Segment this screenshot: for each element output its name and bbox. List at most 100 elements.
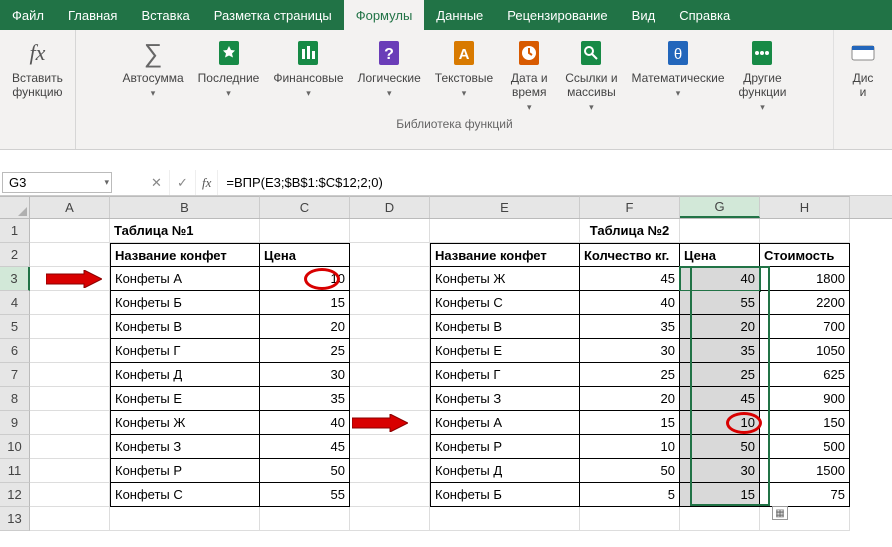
row-header[interactable]: 13 bbox=[0, 507, 30, 531]
cell[interactable]: 5 bbox=[580, 483, 680, 507]
cell[interactable]: 25 bbox=[260, 339, 350, 363]
cell[interactable] bbox=[350, 507, 430, 531]
formula-input[interactable] bbox=[218, 170, 892, 195]
cell[interactable]: 1800 bbox=[760, 267, 850, 291]
cell[interactable] bbox=[350, 387, 430, 411]
cell[interactable]: 45 bbox=[260, 435, 350, 459]
cell[interactable]: Конфеты Д bbox=[110, 363, 260, 387]
tab-formulas[interactable]: Формулы bbox=[344, 0, 425, 30]
cell[interactable] bbox=[30, 411, 110, 435]
cell[interactable]: 55 bbox=[260, 483, 350, 507]
cell[interactable]: Таблица №2 bbox=[580, 219, 680, 243]
row-header[interactable]: 6 bbox=[0, 339, 30, 363]
col-header[interactable]: G bbox=[680, 196, 760, 218]
cell[interactable] bbox=[350, 339, 430, 363]
cell[interactable] bbox=[350, 291, 430, 315]
select-all-corner[interactable] bbox=[0, 196, 30, 218]
datetime-button[interactable]: Дата и время ▾ bbox=[501, 34, 557, 115]
cell[interactable] bbox=[30, 363, 110, 387]
cell[interactable] bbox=[580, 507, 680, 531]
chevron-down-icon[interactable]: ▾ bbox=[104, 177, 109, 188]
row-header[interactable]: 3 bbox=[0, 267, 30, 291]
worksheet[interactable]: A B C D E F G H 1 Таблица №1 Таблица №2 … bbox=[0, 196, 892, 531]
cell[interactable]: 625 bbox=[760, 363, 850, 387]
tab-file[interactable]: Файл bbox=[0, 0, 56, 30]
cell[interactable]: 50 bbox=[680, 435, 760, 459]
autosum-button[interactable]: ∑ Автосумма ▾ bbox=[116, 34, 189, 115]
row-header[interactable]: 12 bbox=[0, 483, 30, 507]
row-header[interactable]: 5 bbox=[0, 315, 30, 339]
cell[interactable]: 35 bbox=[260, 387, 350, 411]
cell[interactable]: Конфеты Ж bbox=[110, 411, 260, 435]
cell[interactable]: 50 bbox=[580, 459, 680, 483]
cell[interactable]: Конфеты В bbox=[430, 315, 580, 339]
cell[interactable]: Конфеты Г bbox=[430, 363, 580, 387]
row-header[interactable]: 4 bbox=[0, 291, 30, 315]
cell[interactable]: 30 bbox=[580, 339, 680, 363]
cell[interactable]: 35 bbox=[680, 339, 760, 363]
cell[interactable]: Цена bbox=[680, 243, 760, 267]
cell[interactable]: 25 bbox=[580, 363, 680, 387]
cell[interactable] bbox=[30, 315, 110, 339]
col-header[interactable]: D bbox=[350, 196, 430, 218]
math-button[interactable]: θ Математические ▾ bbox=[626, 34, 731, 115]
cell[interactable]: 15 bbox=[680, 483, 760, 507]
cell[interactable]: 900 bbox=[760, 387, 850, 411]
tab-home[interactable]: Главная bbox=[56, 0, 129, 30]
cell[interactable]: 40 bbox=[260, 411, 350, 435]
row-header[interactable]: 1 bbox=[0, 219, 30, 243]
row-header[interactable]: 10 bbox=[0, 435, 30, 459]
cell[interactable]: Название конфет bbox=[110, 243, 260, 267]
cell[interactable]: Конфеты Р bbox=[110, 459, 260, 483]
cell[interactable] bbox=[30, 219, 110, 243]
cell[interactable]: 25 bbox=[680, 363, 760, 387]
lookup-button[interactable]: Ссылки и массивы ▾ bbox=[559, 34, 623, 115]
cell[interactable]: 20 bbox=[680, 315, 760, 339]
cell[interactable]: 55 bbox=[680, 291, 760, 315]
cell[interactable] bbox=[30, 291, 110, 315]
cell[interactable]: Конфеты Г bbox=[110, 339, 260, 363]
cell[interactable]: Конфеты В bbox=[110, 315, 260, 339]
more-functions-button[interactable]: Другие функции ▾ bbox=[733, 34, 793, 115]
tab-view[interactable]: Вид bbox=[620, 0, 668, 30]
cancel-formula-button[interactable]: ✕ bbox=[144, 170, 170, 195]
cell[interactable]: 1050 bbox=[760, 339, 850, 363]
cell[interactable]: 30 bbox=[680, 459, 760, 483]
col-header[interactable]: A bbox=[30, 196, 110, 218]
cell[interactable]: Колчество кг. bbox=[580, 243, 680, 267]
cell[interactable]: Конфеты Б bbox=[110, 291, 260, 315]
cell[interactable]: 45 bbox=[580, 267, 680, 291]
row-header[interactable]: 7 bbox=[0, 363, 30, 387]
cell[interactable] bbox=[350, 483, 430, 507]
cell[interactable]: Конфеты Ж bbox=[430, 267, 580, 291]
cell[interactable]: 15 bbox=[580, 411, 680, 435]
cell[interactable]: Конфеты Д bbox=[430, 459, 580, 483]
row-header[interactable]: 8 bbox=[0, 387, 30, 411]
financial-button[interactable]: Финансовые ▾ bbox=[267, 34, 349, 115]
cell[interactable] bbox=[430, 219, 580, 243]
row-header[interactable]: 11 bbox=[0, 459, 30, 483]
cell[interactable] bbox=[350, 267, 430, 291]
cell[interactable]: Конфеты А bbox=[110, 267, 260, 291]
insert-function-button[interactable]: fx Вставить функцию bbox=[6, 34, 69, 102]
cell[interactable]: Цена bbox=[260, 243, 350, 267]
confirm-formula-button[interactable]: ✓ bbox=[170, 170, 196, 195]
col-header[interactable]: C bbox=[260, 196, 350, 218]
cell[interactable]: Конфеты С bbox=[110, 483, 260, 507]
cell[interactable] bbox=[30, 459, 110, 483]
tab-pagelayout[interactable]: Разметка страницы bbox=[202, 0, 344, 30]
name-box[interactable]: G3 ▾ bbox=[2, 172, 112, 193]
cell[interactable]: 30 bbox=[260, 363, 350, 387]
cell[interactable] bbox=[30, 507, 110, 531]
logical-button[interactable]: ? Логические ▾ bbox=[352, 34, 427, 115]
col-header[interactable]: H bbox=[760, 196, 850, 218]
row-header[interactable]: 2 bbox=[0, 243, 30, 267]
cell[interactable] bbox=[680, 507, 760, 531]
cell[interactable] bbox=[260, 219, 350, 243]
cell[interactable]: 75 bbox=[760, 483, 850, 507]
cell[interactable] bbox=[260, 507, 350, 531]
col-header[interactable]: B bbox=[110, 196, 260, 218]
autofill-options-icon[interactable]: ▦ bbox=[772, 506, 788, 520]
tab-data[interactable]: Данные bbox=[424, 0, 495, 30]
tab-insert[interactable]: Вставка bbox=[129, 0, 201, 30]
